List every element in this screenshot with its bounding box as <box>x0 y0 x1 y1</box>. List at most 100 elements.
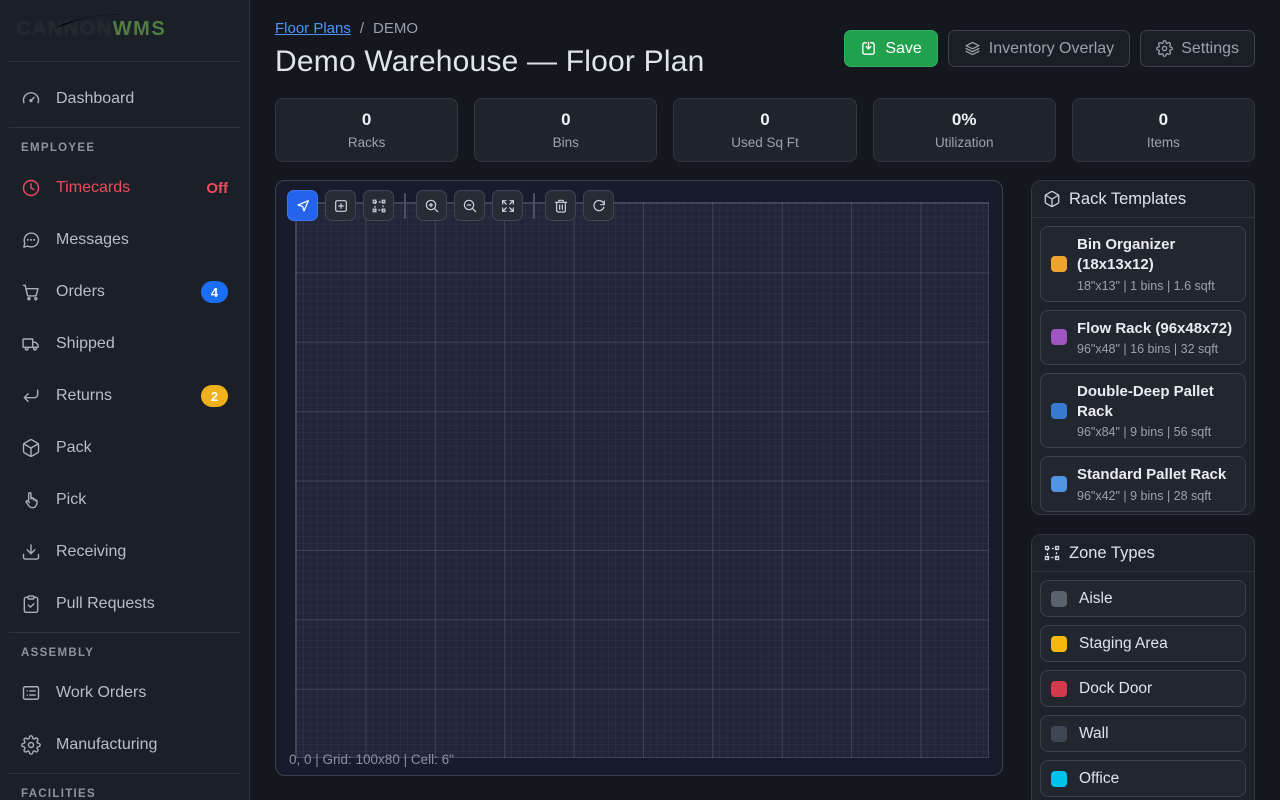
floor-plan-grid[interactable] <box>295 202 989 758</box>
zone-color-swatch <box>1051 636 1067 652</box>
marquee-icon <box>1043 544 1061 562</box>
toolbar-separator <box>404 193 406 219</box>
stat-value: 0 <box>362 110 371 130</box>
inventory-overlay-button[interactable]: Inventory Overlay <box>948 30 1130 67</box>
rotate-tool-button[interactable] <box>583 190 614 221</box>
zone-name: Aisle <box>1079 590 1113 608</box>
template-name: Bin Organizer (18x13x12) <box>1077 235 1235 276</box>
zoom-in-tool-button[interactable] <box>416 190 447 221</box>
gear-icon <box>21 735 41 755</box>
sidebar-nav: Dashboard EMPLOYEE Timecards Off Message… <box>0 64 249 800</box>
sidebar-item-returns[interactable]: Returns 2 <box>0 370 249 422</box>
save-button[interactable]: Save <box>844 30 937 67</box>
section-label-facilities: FACILITIES <box>0 776 249 800</box>
zone-type-staging-area[interactable]: Staging Area <box>1040 625 1246 662</box>
zone-type-wall[interactable]: Wall <box>1040 715 1246 752</box>
add-rack-tool-button[interactable] <box>325 190 356 221</box>
delete-tool-button[interactable] <box>545 190 576 221</box>
stat-label: Items <box>1147 135 1180 150</box>
stat-card-utilization: 0% Utilization <box>873 98 1056 162</box>
sidebar-item-label: Returns <box>56 387 112 405</box>
gauge-icon <box>21 89 41 109</box>
list-card-icon <box>21 683 41 703</box>
truck-icon <box>21 334 41 354</box>
toolbar-separator <box>533 193 535 219</box>
layers-icon <box>964 40 981 57</box>
canvas-status-readout: 0, 0 | Grid: 100x80 | Cell: 6" <box>289 752 454 767</box>
cart-icon <box>21 282 41 302</box>
package-icon <box>1043 190 1061 208</box>
sidebar-item-label: Timecards <box>56 179 130 197</box>
rack-templates-panel: Rack Templates Bin Organizer (18x13x12) … <box>1031 180 1255 515</box>
breadcrumb-link-floor-plans[interactable]: Floor Plans <box>275 20 351 37</box>
expand-icon <box>500 198 516 214</box>
zone-type-office[interactable]: Office <box>1040 760 1246 797</box>
zone-types-panel: Zone Types Aisle Staging Area Dock Door <box>1031 534 1255 800</box>
fit-screen-tool-button[interactable] <box>492 190 523 221</box>
zone-color-swatch <box>1051 591 1067 607</box>
sidebar-item-receiving[interactable]: Receiving <box>0 526 249 578</box>
sidebar-item-messages[interactable]: Messages <box>0 214 249 266</box>
template-color-swatch <box>1051 329 1067 345</box>
download-icon <box>21 542 41 562</box>
sidebar-item-label: Receiving <box>56 543 126 561</box>
divider <box>9 773 240 774</box>
zone-types-header: Zone Types <box>1032 535 1254 572</box>
pointer-tool-button[interactable] <box>287 190 318 221</box>
brand-logo[interactable]: CANNONWMS <box>0 0 249 59</box>
sidebar-item-label: Work Orders <box>56 684 146 702</box>
stat-value: 0% <box>952 110 977 130</box>
stat-card-used-sqft: 0 Used Sq Ft <box>673 98 856 162</box>
zoom-out-tool-button[interactable] <box>454 190 485 221</box>
rotate-icon <box>591 198 607 214</box>
clipboard-check-icon <box>21 594 41 614</box>
zone-name: Dock Door <box>1079 680 1152 698</box>
sidebar-item-label: Pack <box>56 439 92 457</box>
zone-type-aisle[interactable]: Aisle <box>1040 580 1246 617</box>
sidebar-item-orders[interactable]: Orders 4 <box>0 266 249 318</box>
stat-label: Racks <box>348 135 386 150</box>
settings-button[interactable]: Settings <box>1140 30 1255 67</box>
sidebar-item-work-orders[interactable]: Work Orders <box>0 667 249 719</box>
stat-value: 0 <box>760 110 769 130</box>
template-name: Standard Pallet Rack <box>1077 465 1226 485</box>
stat-card-bins: 0 Bins <box>474 98 657 162</box>
marquee-select-tool-button[interactable] <box>363 190 394 221</box>
zoom-in-icon <box>424 198 440 214</box>
plus-square-icon <box>333 198 349 214</box>
rack-template-bin-organizer[interactable]: Bin Organizer (18x13x12) 18"x13" | 1 bin… <box>1040 226 1246 302</box>
stat-card-racks: 0 Racks <box>275 98 458 162</box>
sidebar-item-shipped[interactable]: Shipped <box>0 318 249 370</box>
returns-count-badge: 2 <box>201 385 228 407</box>
template-color-swatch <box>1051 476 1067 492</box>
floor-plan-canvas[interactable]: 0, 0 | Grid: 100x80 | Cell: 6" <box>275 180 1003 776</box>
template-meta: 18"x13" | 1 bins | 1.6 sqft <box>1077 279 1235 293</box>
sidebar-item-manufacturing[interactable]: Manufacturing <box>0 719 249 771</box>
section-label-employee: EMPLOYEE <box>0 130 249 162</box>
template-name: Flow Rack (96x48x72) <box>1077 319 1232 339</box>
settings-button-label: Settings <box>1181 40 1239 58</box>
zone-type-dock-door[interactable]: Dock Door <box>1040 670 1246 707</box>
main-content: Floor Plans / DEMO Demo Warehouse — Floo… <box>250 0 1280 800</box>
orders-count-badge: 4 <box>201 281 228 303</box>
divider <box>9 127 240 128</box>
clock-icon <box>21 178 41 198</box>
breadcrumb-current: DEMO <box>373 20 418 37</box>
save-icon <box>860 40 877 57</box>
template-meta: 96"x48" | 16 bins | 32 sqft <box>1077 342 1232 356</box>
section-label-assembly: ASSEMBLY <box>0 635 249 667</box>
sidebar-item-label: Pull Requests <box>56 595 155 613</box>
zone-name: Staging Area <box>1079 635 1168 653</box>
sidebar-item-dashboard[interactable]: Dashboard <box>0 73 249 125</box>
breadcrumb-separator: / <box>360 20 364 37</box>
sidebar-item-pull-requests[interactable]: Pull Requests <box>0 578 249 630</box>
save-button-label: Save <box>885 40 921 58</box>
stat-value: 0 <box>1159 110 1168 130</box>
sidebar-item-pick[interactable]: Pick <box>0 474 249 526</box>
sidebar-item-pack[interactable]: Pack <box>0 422 249 474</box>
rack-template-flow-rack[interactable]: Flow Rack (96x48x72) 96"x48" | 16 bins |… <box>1040 310 1246 365</box>
sidebar-item-timecards[interactable]: Timecards Off <box>0 162 249 214</box>
rack-template-double-deep-pallet[interactable]: Double-Deep Pallet Rack 96"x84" | 9 bins… <box>1040 373 1246 449</box>
zoom-out-icon <box>462 198 478 214</box>
rack-template-standard-pallet[interactable]: Standard Pallet Rack 96"x42" | 9 bins | … <box>1040 456 1246 511</box>
